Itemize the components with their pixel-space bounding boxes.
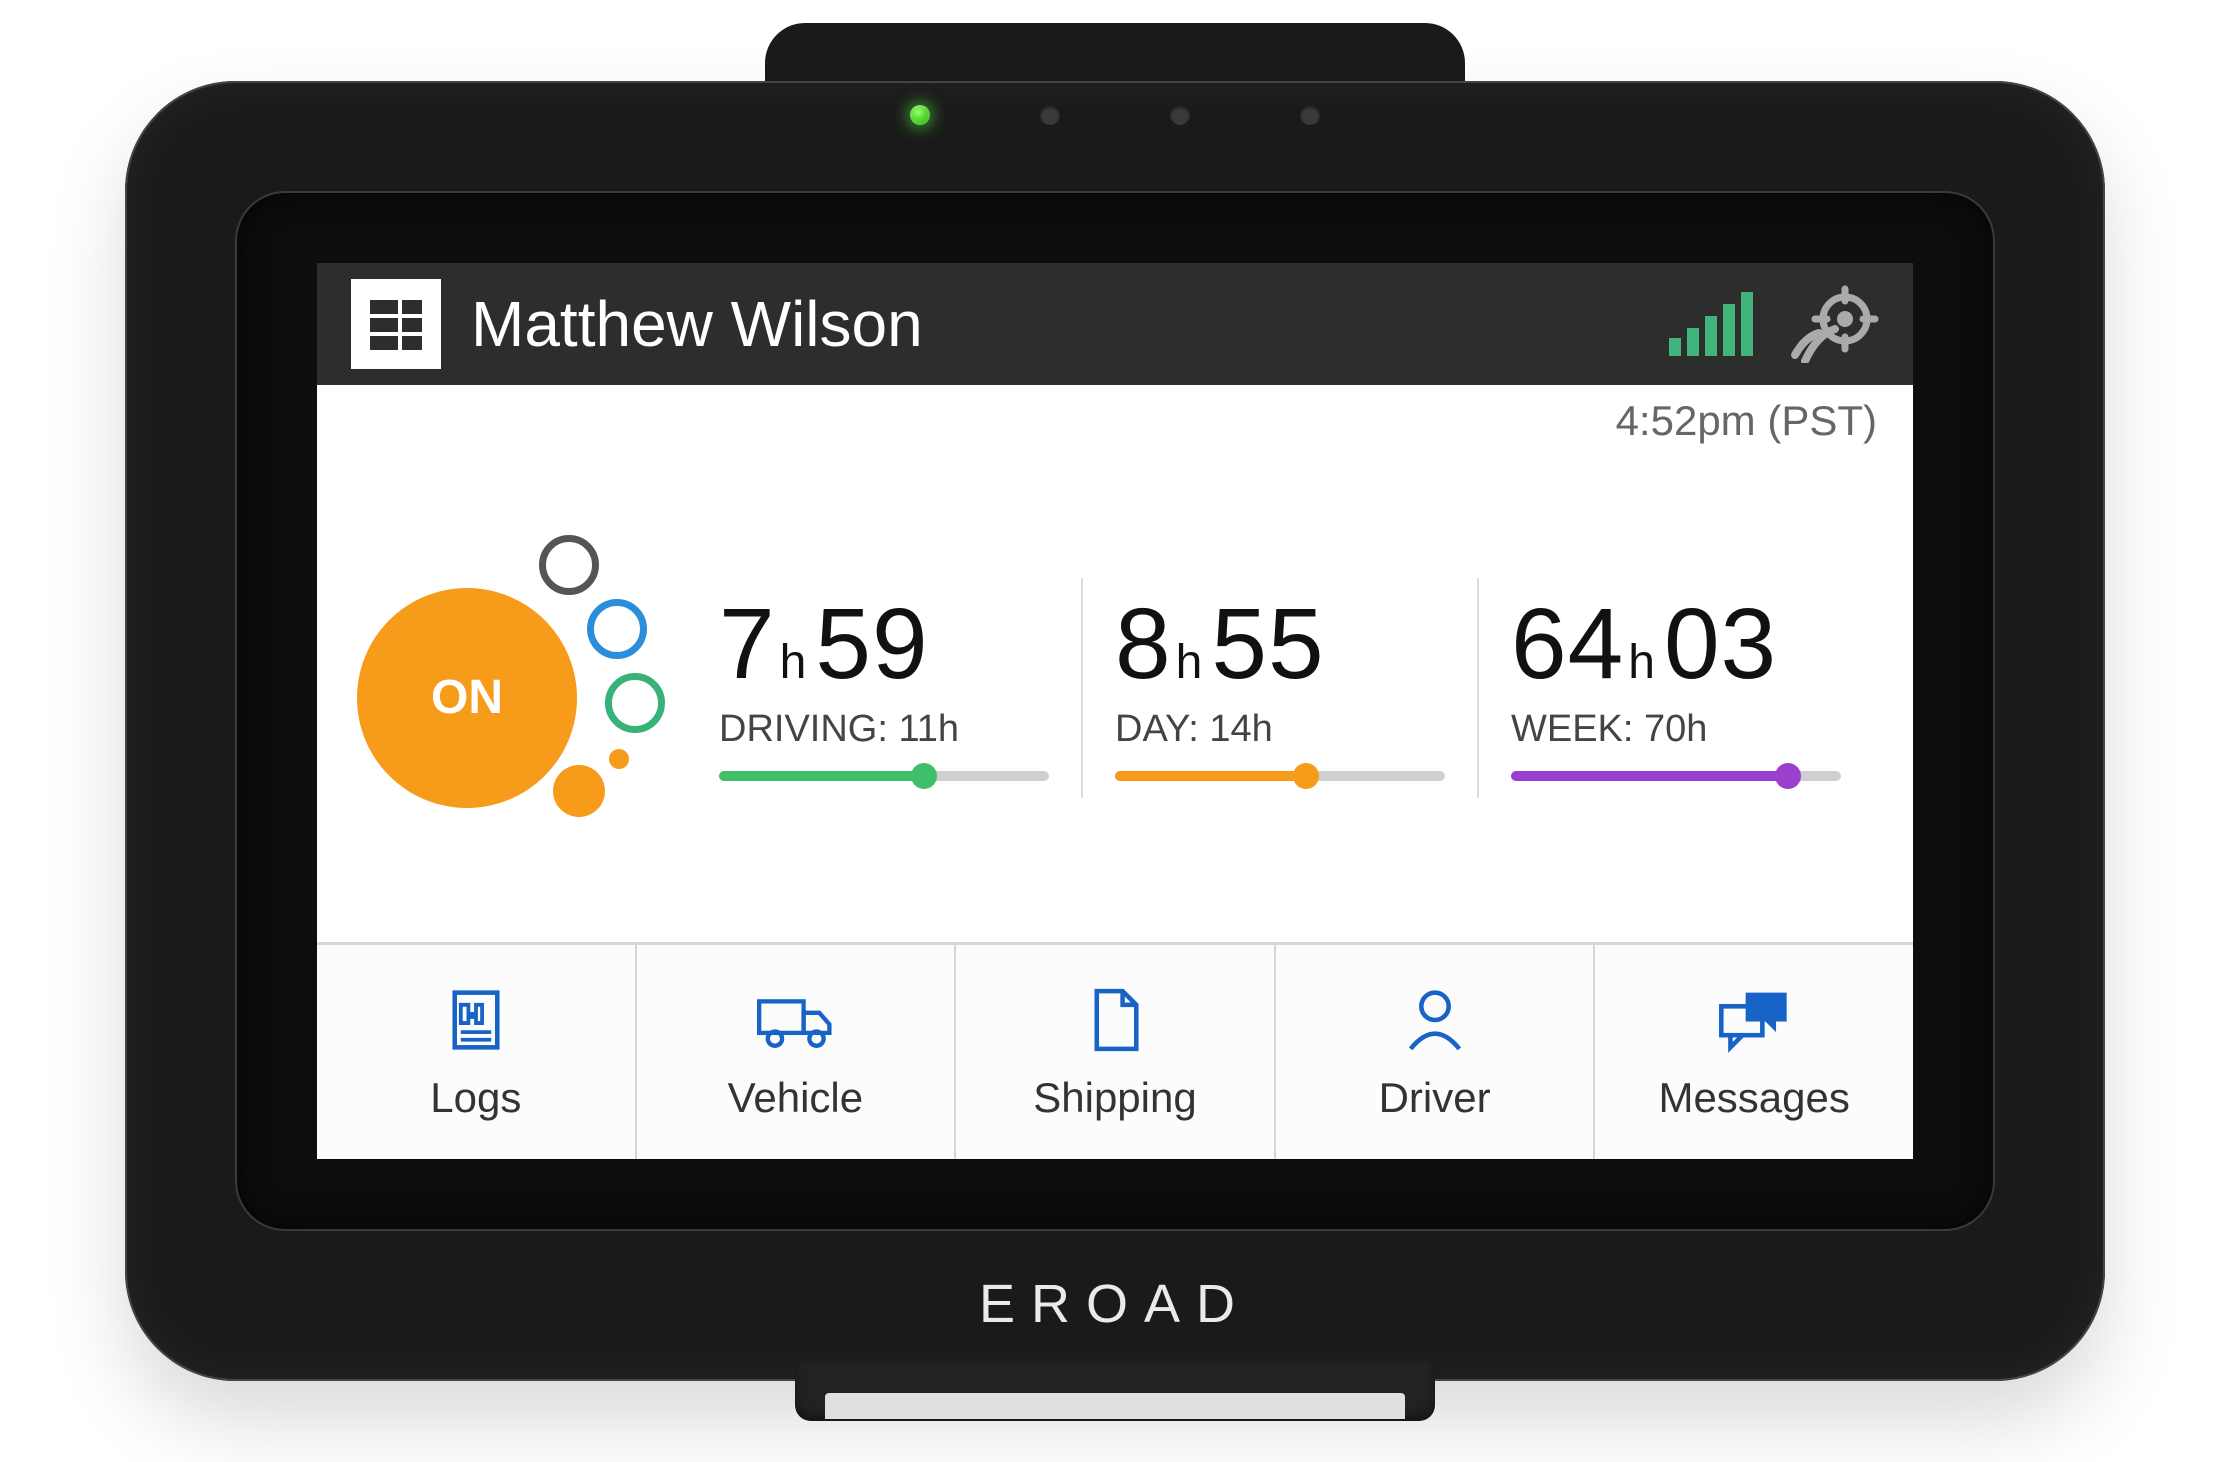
h-unit: h bbox=[780, 636, 808, 689]
truck-icon bbox=[752, 982, 838, 1058]
nav-logs[interactable]: Logs bbox=[317, 945, 635, 1159]
clock-row: 4:52pm (PST) bbox=[317, 385, 1913, 457]
device-foot bbox=[795, 1361, 1435, 1421]
nav-label: Vehicle bbox=[728, 1074, 863, 1122]
nav-vehicle[interactable]: Vehicle bbox=[635, 945, 955, 1159]
signal-icon bbox=[1669, 292, 1757, 356]
status-option-sb-icon[interactable] bbox=[587, 599, 647, 659]
driver-name: Matthew Wilson bbox=[471, 287, 923, 361]
timer-day: 8h55 DAY: 14h bbox=[1083, 594, 1477, 781]
timer-label: DRIVING: 11h bbox=[719, 708, 1049, 751]
device-brand: EROAD bbox=[979, 1273, 1251, 1335]
messages-icon bbox=[1711, 982, 1797, 1058]
duty-status-label: ON bbox=[431, 670, 503, 725]
nav-label: Shipping bbox=[1033, 1074, 1196, 1122]
gps-icon bbox=[1787, 285, 1879, 363]
device-body: Matthew Wilson bbox=[125, 81, 2105, 1381]
timer-mins: 55 bbox=[1211, 588, 1324, 700]
led-icon bbox=[1170, 105, 1190, 125]
led-icon bbox=[1300, 105, 1320, 125]
bottom-nav: Logs Vehicle bbox=[317, 942, 1913, 1159]
timer-label: DAY: 14h bbox=[1115, 708, 1445, 751]
led-power-icon bbox=[910, 105, 930, 125]
nav-label: Logs bbox=[430, 1074, 521, 1122]
timer-hours: 7 bbox=[719, 588, 776, 700]
nav-label: Driver bbox=[1379, 1074, 1491, 1122]
screen: Matthew Wilson bbox=[317, 263, 1913, 1159]
timer-hours: 64 bbox=[1511, 588, 1624, 700]
nav-shipping[interactable]: Shipping bbox=[954, 945, 1274, 1159]
h-unit: h bbox=[1628, 636, 1656, 689]
app-header: Matthew Wilson bbox=[317, 263, 1913, 385]
duty-status-selector[interactable]: ON bbox=[357, 533, 687, 843]
dashboard: ON 7h59 DRIVING: 11h bbox=[317, 457, 1913, 942]
clock: 4:52pm (PST) bbox=[1616, 397, 1877, 445]
logs-icon bbox=[433, 982, 519, 1058]
status-option-off-icon[interactable] bbox=[539, 535, 599, 595]
timer-week: 64h03 WEEK: 70h bbox=[1479, 594, 1873, 781]
duty-status-current[interactable]: ON bbox=[357, 588, 577, 808]
timer-mins: 03 bbox=[1664, 588, 1777, 700]
eld-device: Matthew Wilson bbox=[125, 81, 2105, 1381]
timer-bar bbox=[1115, 771, 1445, 781]
h-unit: h bbox=[1176, 636, 1204, 689]
nav-driver[interactable]: Driver bbox=[1274, 945, 1594, 1159]
timer-hours: 8 bbox=[1115, 588, 1172, 700]
led-icon bbox=[1040, 105, 1060, 125]
screen-bezel: Matthew Wilson bbox=[235, 191, 1995, 1231]
document-icon bbox=[1072, 982, 1158, 1058]
status-trail-dot-icon bbox=[609, 749, 629, 769]
timer-mins: 59 bbox=[815, 588, 928, 700]
timer-bar bbox=[719, 771, 1049, 781]
timer-bar bbox=[1511, 771, 1841, 781]
status-option-d-icon[interactable] bbox=[605, 673, 665, 733]
timer-label: WEEK: 70h bbox=[1511, 708, 1841, 751]
status-leds bbox=[910, 105, 1320, 125]
nav-messages[interactable]: Messages bbox=[1593, 945, 1913, 1159]
device-label-strip bbox=[825, 1393, 1405, 1419]
person-icon bbox=[1392, 982, 1478, 1058]
status-trail-dot-icon bbox=[553, 765, 605, 817]
timer-driving: 7h59 DRIVING: 11h bbox=[687, 594, 1081, 781]
nav-label: Messages bbox=[1658, 1074, 1849, 1122]
app-logo-icon[interactable] bbox=[351, 279, 441, 369]
